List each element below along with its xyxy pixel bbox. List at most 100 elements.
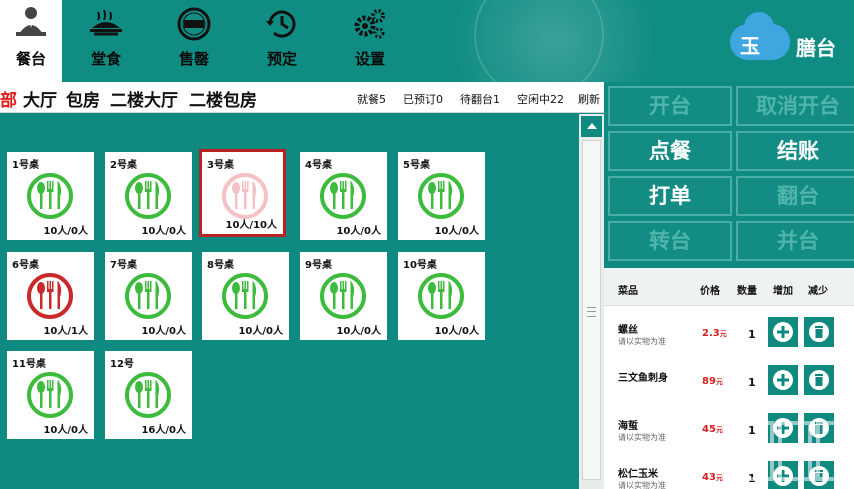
nav-item-reservation[interactable]: 预定: [238, 0, 326, 82]
brand-logo: 玉 膳台: [730, 12, 850, 64]
cutlery-icon: [320, 173, 366, 219]
plus-circle-icon: [773, 418, 793, 438]
price-unit: 元: [715, 426, 723, 434]
table-card[interactable]: 1号桌 10人/0人: [7, 152, 94, 240]
dish-name: 螺丝: [618, 325, 638, 336]
table-card[interactable]: 2号桌 10人/0人: [105, 152, 192, 240]
table-name: 10号桌: [403, 260, 437, 271]
checkout-button[interactable]: 结账: [736, 131, 854, 171]
price-value: 89: [702, 376, 716, 387]
table-card[interactable]: 12号 16人/0人: [105, 351, 192, 439]
header-dish: 菜品: [618, 286, 638, 297]
remove-item-button[interactable]: [804, 461, 834, 489]
table-card[interactable]: 10号桌 10人/0人: [398, 252, 485, 340]
transfer-table-button[interactable]: 转台: [608, 221, 732, 261]
nav-item-label: 预定: [266, 50, 297, 68]
table-name: 4号桌: [305, 160, 332, 171]
turn-table-button[interactable]: 翻台: [736, 176, 854, 216]
price-unit: 元: [719, 330, 727, 338]
table-card[interactable]: 5号桌 10人/0人: [398, 152, 485, 240]
add-quantity-button[interactable]: [768, 365, 798, 395]
background-ring: [474, 0, 604, 82]
table-name: 8号桌: [207, 260, 234, 271]
nav-item-label: 设置: [354, 50, 385, 68]
add-quantity-button[interactable]: [768, 461, 798, 489]
plus-circle-icon: [773, 466, 793, 486]
area-tab-2f-hall[interactable]: 二楼大厅: [110, 86, 178, 111]
area-tab-all[interactable]: 部: [0, 86, 17, 111]
price-value: 2.3: [702, 328, 720, 339]
scroll-up-button[interactable]: [581, 116, 602, 137]
merge-table-button[interactable]: 并台: [736, 221, 854, 261]
nav-item-label: 售罄: [178, 50, 209, 68]
table-name: 6号桌: [12, 260, 39, 271]
trash-icon: [809, 322, 829, 342]
dish-name: 三文鱼刺身: [618, 373, 668, 384]
stat-idle: 空闲中22: [517, 93, 564, 106]
trash-icon: [809, 466, 829, 486]
nav-item-sold-out[interactable]: 售罄: [150, 0, 238, 82]
print-button[interactable]: 打单: [608, 176, 732, 216]
trash-icon: [809, 370, 829, 390]
dish-price: 43元: [702, 472, 723, 483]
dish-quantity: 1: [748, 472, 756, 485]
order-row: 松仁玉米 请以实物为准 43元 1: [604, 456, 854, 489]
order-list-header: 菜品 价格 数量 增加 减少: [604, 268, 854, 306]
dish-price: 2.3元: [702, 328, 727, 339]
add-quantity-button[interactable]: [768, 413, 798, 443]
header-remove: 减少: [808, 286, 828, 297]
table-capacity: 10人/0人: [434, 326, 479, 337]
dish-quantity: 1: [748, 424, 756, 437]
header-price: 价格: [700, 286, 720, 297]
table-capacity: 10人/0人: [434, 226, 479, 237]
refresh-button[interactable]: 刷新: [578, 91, 600, 107]
nav-item-tables[interactable]: 餐台: [0, 0, 62, 82]
table-capacity: 10人/10人: [225, 220, 277, 231]
table-card[interactable]: 3号桌 10人/10人: [199, 149, 286, 237]
table-name: 7号桌: [110, 260, 137, 271]
stat-reserved: 已预订0: [403, 93, 443, 106]
plus-circle-icon: [773, 370, 793, 390]
nav-item-settings[interactable]: 设置: [326, 0, 414, 82]
table-card[interactable]: 9号桌 10人/0人: [300, 252, 387, 340]
grip-icon: [587, 307, 596, 317]
remove-item-button[interactable]: [804, 317, 834, 347]
cancel-open-button[interactable]: 取消开台: [736, 86, 854, 126]
logo-text: 膳台: [796, 36, 836, 60]
top-navigation: 餐台 堂食 售罄 预定 设置 玉 膳台: [0, 0, 854, 82]
open-table-button[interactable]: 开台: [608, 86, 732, 126]
cutlery-icon: [125, 273, 171, 319]
remove-item-button[interactable]: [804, 413, 834, 443]
table-grid: 1号桌 10人/0人 2号桌 10人/0人 3号桌 10人/10人 4号桌 10人/0人 5号桌…: [0, 114, 578, 489]
remove-item-button[interactable]: [804, 365, 834, 395]
cutlery-icon: [418, 273, 464, 319]
area-tab-hall[interactable]: 大厅: [23, 86, 57, 111]
price-unit: 元: [715, 474, 723, 482]
table-capacity: 10人/0人: [43, 425, 88, 436]
table-capacity: 10人/0人: [336, 326, 381, 337]
table-card[interactable]: 11号桌 10人/0人: [7, 351, 94, 439]
dish-price: 89元: [702, 376, 723, 387]
order-row: 三文鱼刺身 89元 1: [604, 360, 854, 408]
area-tab-2f-private-room[interactable]: 二楼包房: [189, 86, 257, 111]
dish-name: 海蜇: [618, 421, 638, 432]
cutlery-icon: [125, 173, 171, 219]
table-card[interactable]: 4号桌 10人/0人: [300, 152, 387, 240]
dish-note: 请以实物为准: [618, 481, 666, 489]
table-capacity: 10人/0人: [336, 226, 381, 237]
table-card[interactable]: 6号桌 10人/1人: [7, 252, 94, 340]
nav-item-dine-in[interactable]: 堂食: [62, 0, 150, 82]
add-quantity-button[interactable]: [768, 317, 798, 347]
order-button[interactable]: 点餐: [608, 131, 732, 171]
order-row: 海蜇 请以实物为准 45元 1: [604, 408, 854, 456]
table-grid-scrollbar[interactable]: [579, 114, 604, 489]
table-name: 11号桌: [12, 359, 46, 370]
plus-circle-icon: [773, 322, 793, 342]
dish-quantity: 1: [748, 328, 756, 341]
scroll-thumb[interactable]: [582, 140, 601, 480]
order-row: 螺丝 请以实物为准 2.3元 1: [604, 312, 854, 360]
stat-dining: 就餐5: [357, 93, 386, 106]
table-card[interactable]: 8号桌 10人/0人: [202, 252, 289, 340]
table-card[interactable]: 7号桌 10人/0人: [105, 252, 192, 340]
area-tab-private-room[interactable]: 包房: [66, 86, 100, 111]
